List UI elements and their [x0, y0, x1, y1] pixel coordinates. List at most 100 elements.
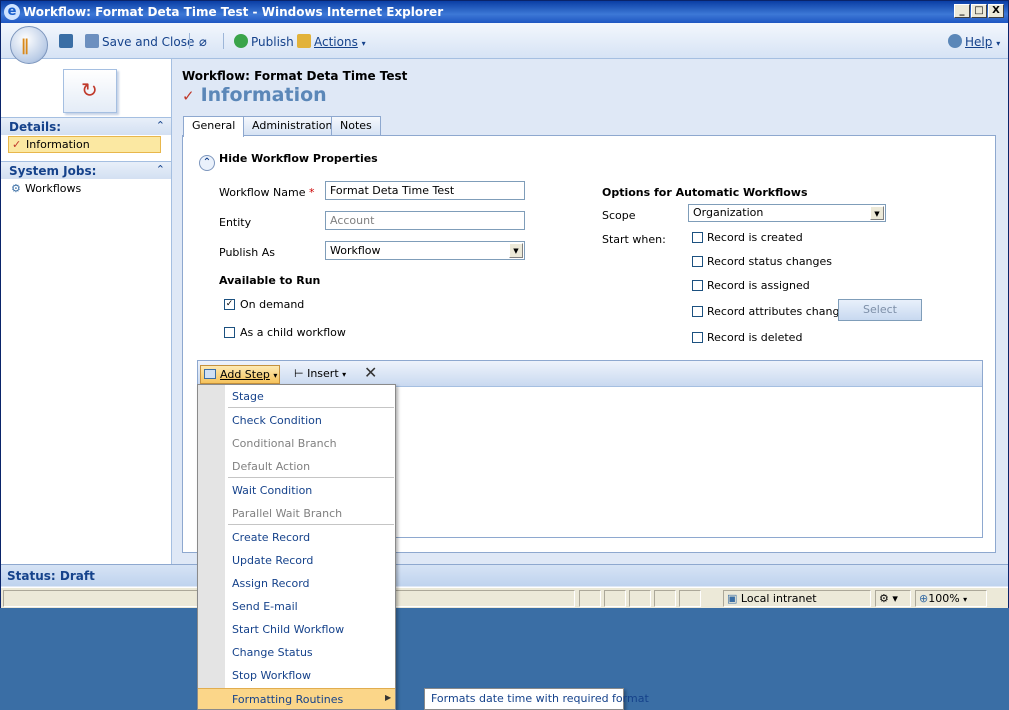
chevron-down-icon: ▾	[963, 595, 968, 604]
publish-icon	[234, 34, 248, 48]
add-step-menu: Stage Check Condition Conditional Branch…	[197, 384, 396, 710]
entity-label: Entity	[219, 216, 252, 229]
intranet-icon: ▣	[727, 592, 738, 605]
details-section-header[interactable]: Details: ⌃	[1, 117, 171, 135]
scope-label: Scope	[602, 209, 636, 222]
hide-properties-label: Hide Workflow Properties	[219, 152, 378, 165]
save-button[interactable]	[59, 33, 76, 51]
actions-menu[interactable]: Actions ▾	[297, 33, 366, 51]
toolbar-separator	[223, 33, 224, 49]
tab-notes[interactable]: Notes	[331, 116, 381, 136]
menu-item-stop-workflow[interactable]: Stop Workflow	[232, 669, 311, 682]
menu-item-update-record[interactable]: Update Record	[232, 554, 313, 567]
trigger-created-checkbox[interactable]	[692, 232, 703, 243]
workflow-entity-image: ↻	[63, 69, 117, 113]
menu-item-wait-condition[interactable]: Wait Condition	[232, 484, 312, 497]
trigger-deleted-checkbox[interactable]	[692, 332, 703, 343]
left-navigation: ↻ Details: ⌃ ✓ Information System Jobs: ⌃…	[1, 59, 172, 564]
actions-label: Actions	[314, 35, 358, 49]
workflow-icon: ✓	[182, 87, 195, 105]
menu-item-conditional-branch: Conditional Branch	[232, 437, 337, 450]
help-icon	[948, 34, 962, 48]
ie-zone-label: Local intranet	[740, 592, 817, 605]
menu-separator	[228, 477, 394, 478]
scope-select[interactable]: Organization ▼	[688, 204, 886, 222]
title-bar: e Workflow: Format Deta Time Test - Wind…	[1, 1, 1008, 23]
insert-button[interactable]: ⊢ Insert ▾	[294, 367, 346, 380]
menu-item-parallel-wait-branch: Parallel Wait Branch	[232, 507, 343, 520]
menu-item-formatting-routines[interactable]: Formatting Routines	[232, 693, 343, 706]
menu-item-send-email[interactable]: Send E-mail	[232, 600, 298, 613]
close-button[interactable]: X	[988, 4, 1004, 18]
help-menu[interactable]: Help ▾	[948, 33, 1000, 51]
protected-mode-button[interactable]: ⚙ ▾	[875, 590, 911, 607]
hide-properties-toggle[interactable]: ⌃ Hide Workflow Properties	[199, 152, 378, 171]
menu-item-start-child-workflow[interactable]: Start Child Workflow	[232, 623, 344, 636]
nav-item-information-label: Information	[26, 138, 90, 151]
menu-item-create-record[interactable]: Create Record	[232, 531, 310, 544]
dropdown-arrow-icon[interactable]: ▼	[870, 206, 884, 220]
trigger-deleted-label: Record is deleted	[707, 331, 803, 344]
nav-item-workflows[interactable]: ⚙ Workflows	[8, 181, 161, 198]
child-workflow-checkbox[interactable]	[224, 327, 235, 338]
publish-label: Publish	[251, 35, 294, 49]
workflow-name-input[interactable]: Format Deta Time Test	[325, 181, 525, 200]
minimize-button[interactable]: _	[954, 4, 970, 18]
add-step-icon	[204, 369, 216, 379]
menu-gutter	[198, 385, 225, 709]
on-demand-label: On demand	[240, 298, 305, 311]
workflow-name-label-text: Workflow Name	[219, 186, 306, 199]
delete-step-icon[interactable]: ✕	[364, 363, 377, 382]
zoom-level: 100%	[928, 592, 960, 605]
ie-zone: ▣ Local intranet	[723, 590, 871, 607]
menu-separator	[228, 524, 394, 525]
publish-as-value: Workflow	[330, 244, 381, 257]
status-text: Status: Draft	[7, 569, 95, 583]
add-step-button[interactable]: Add Step ▾	[200, 365, 280, 384]
window-title: Workflow: Format Deta Time Test - Window…	[23, 5, 444, 19]
ie-status-cell	[679, 590, 701, 607]
menu-item-stage[interactable]: Stage	[232, 390, 264, 403]
on-demand-checkbox[interactable]: ✓	[224, 299, 235, 310]
collapse-icon[interactable]: ⌃	[156, 119, 165, 132]
crm-logo[interactable]: ∥	[10, 26, 48, 64]
nav-item-information[interactable]: ✓ Information	[8, 136, 161, 153]
workflow-icon: ✓	[12, 138, 22, 151]
menu-item-check-condition[interactable]: Check Condition	[232, 414, 322, 427]
dropdown-arrow-icon[interactable]: ▼	[509, 243, 523, 258]
tab-administration[interactable]: Administration	[243, 116, 342, 136]
ie-status-cell	[579, 590, 601, 607]
chevron-down-icon: ▾	[361, 39, 366, 48]
menu-item-assign-record[interactable]: Assign Record	[232, 577, 310, 590]
start-when-label: Start when:	[602, 233, 666, 246]
zoom-button[interactable]: ⊕100% ▾	[915, 590, 987, 607]
attach-button[interactable]: ⌀	[199, 33, 207, 51]
trigger-assigned-checkbox[interactable]	[692, 280, 703, 291]
save-close-icon	[85, 34, 99, 48]
toolbar-separator	[189, 33, 190, 49]
ie-status-cell	[654, 590, 676, 607]
ie-icon: e	[4, 4, 20, 20]
ie-status-cell	[629, 590, 651, 607]
crm-logo-icon: ∥	[21, 36, 29, 55]
child-workflow-label: As a child workflow	[240, 326, 346, 339]
save-and-close-button[interactable]: Save and Close	[85, 33, 194, 51]
details-header-label: Details:	[9, 120, 62, 134]
publish-button[interactable]: Publish	[234, 33, 294, 51]
chevron-down-icon: ▾	[273, 371, 278, 380]
maximize-button[interactable]: □	[971, 4, 987, 18]
publish-as-select[interactable]: Workflow ▼	[325, 241, 525, 260]
chevron-down-icon: ▾	[342, 370, 347, 379]
paperclip-icon: ⌀	[199, 35, 207, 50]
page-title: ✓ Information	[182, 84, 327, 106]
collapse-icon[interactable]: ⌃	[156, 163, 165, 176]
tab-general[interactable]: General	[183, 116, 245, 137]
menu-item-change-status[interactable]: Change Status	[232, 646, 313, 659]
menu-separator	[228, 407, 394, 408]
system-jobs-section-header[interactable]: System Jobs: ⌃	[1, 161, 171, 179]
submenu-item-format-datetime[interactable]: Formats date time with required format	[431, 692, 649, 705]
trigger-attributes-checkbox[interactable]	[692, 306, 703, 317]
available-to-run-header: Available to Run	[219, 274, 321, 287]
record-status-bar: Status: Draft	[1, 564, 1008, 586]
trigger-status-checkbox[interactable]	[692, 256, 703, 267]
